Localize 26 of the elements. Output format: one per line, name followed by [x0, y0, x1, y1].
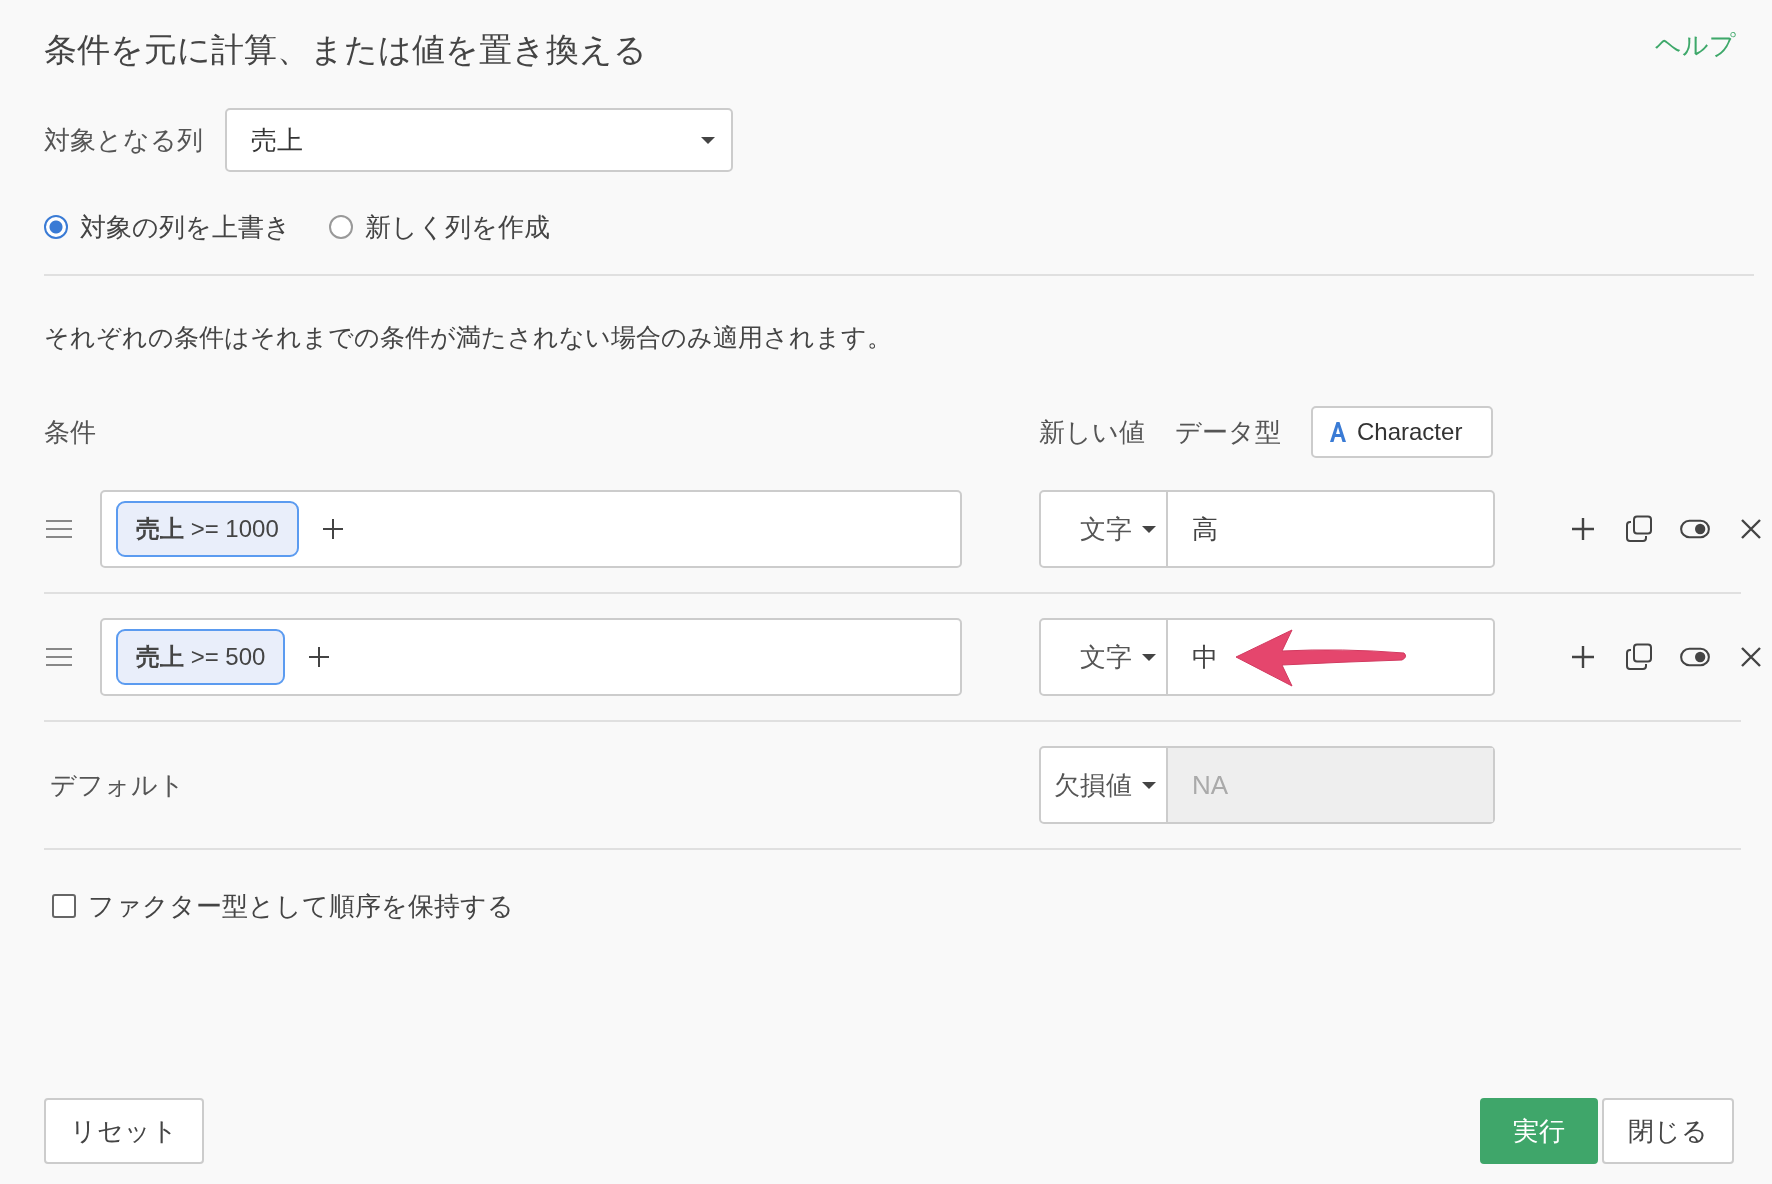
column-label: 新しい値	[1039, 415, 1145, 449]
field-label: 対象となる列	[44, 123, 203, 157]
add-condition-button[interactable]	[322, 519, 343, 539]
condition-field[interactable]: 売上 >= 1000	[100, 490, 962, 568]
dialog-title: 条件を元に計算、または値を置き換える	[44, 29, 647, 70]
drag-handle-icon	[46, 647, 72, 667]
section-label: 条件	[44, 415, 97, 449]
add-condition-button[interactable]	[309, 647, 330, 667]
condition-chip[interactable]: 売上 >= 500	[116, 629, 286, 685]
condition-chip[interactable]: 売上 >= 1000	[116, 501, 299, 557]
reset-button[interactable]: リセット	[44, 1098, 204, 1164]
info-text: それぞれの条件はそれまでの条件が満たされない場合のみ適用されます。	[44, 321, 893, 353]
data-type-button[interactable]: Character	[1311, 406, 1493, 458]
checkbox-option[interactable]: ファクター型として順序を保持する	[44, 850, 1754, 962]
radio-option[interactable]: 対象の列を上書き	[44, 209, 291, 245]
default-label: デフォルト	[49, 768, 186, 802]
caret-icon	[701, 136, 715, 144]
drag-handle-icon	[46, 519, 72, 539]
column-dropdown[interactable]: 売上	[225, 108, 733, 172]
copy-button[interactable]	[1624, 642, 1654, 672]
radio-option[interactable]: 新しく列を作成	[329, 209, 550, 245]
copy-button[interactable]	[1624, 514, 1654, 544]
column-label: データ型	[1175, 415, 1281, 449]
close-dialog-button[interactable]: 閉じる	[1602, 1098, 1734, 1164]
condition-field[interactable]: 売上 >= 500	[100, 618, 962, 696]
letter-type-icon	[1329, 422, 1347, 442]
